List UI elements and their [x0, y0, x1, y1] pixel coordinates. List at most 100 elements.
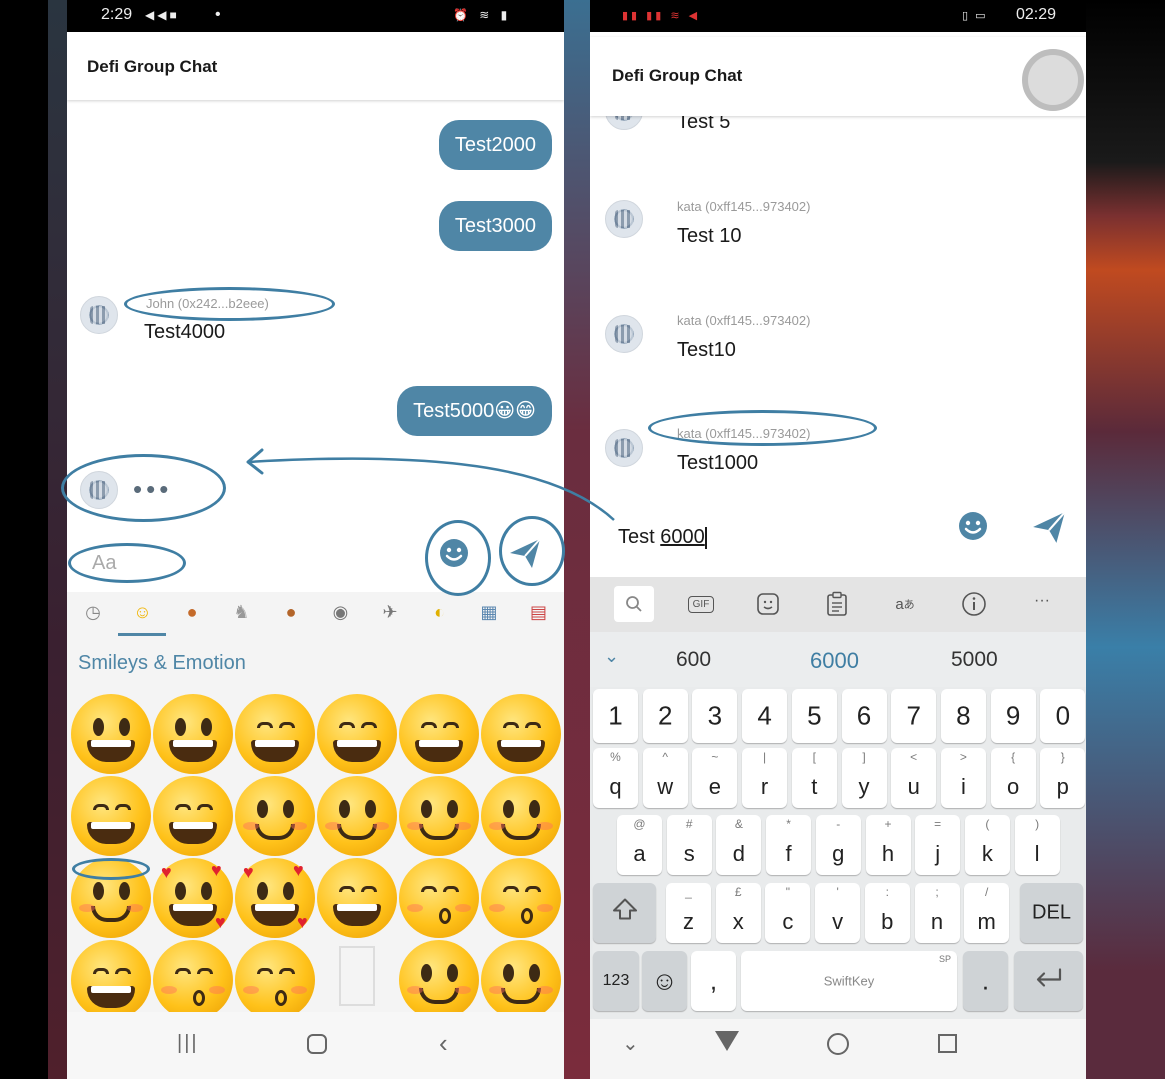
- period-key[interactable]: .: [963, 951, 1008, 1011]
- person-icon[interactable]: ●: [180, 600, 204, 624]
- emoji-item[interactable]: [71, 694, 151, 774]
- key-n[interactable]: ; n: [914, 883, 960, 943]
- sticker-icon[interactable]: [748, 586, 788, 622]
- key-8[interactable]: 8: [940, 689, 986, 743]
- key-r[interactable]: | r: [742, 748, 788, 808]
- key-i[interactable]: > i: [940, 748, 986, 808]
- key-w[interactable]: ^ w: [642, 748, 688, 808]
- send-button[interactable]: [508, 536, 542, 570]
- profile-avatar[interactable]: [1022, 49, 1084, 111]
- key-g[interactable]: -g: [815, 815, 861, 875]
- key-2[interactable]: 2: [642, 689, 688, 743]
- key-b[interactable]: :b: [864, 883, 910, 943]
- suggestion-primary[interactable]: 6000: [810, 648, 859, 674]
- emoji-item[interactable]: [71, 940, 151, 1020]
- comma-key[interactable]: ,: [691, 951, 736, 1011]
- key-3[interactable]: 3: [692, 689, 738, 743]
- message-input[interactable]: Test 6000: [618, 526, 707, 549]
- key-k[interactable]: (k: [964, 815, 1010, 875]
- emoji-item[interactable]: [317, 776, 397, 856]
- key-7[interactable]: 7: [891, 689, 937, 743]
- key-p[interactable]: } p: [1040, 748, 1086, 808]
- message-input[interactable]: Aa: [92, 552, 116, 575]
- smiley-icon[interactable]: ☺: [131, 600, 155, 624]
- plane-icon[interactable]: ✈: [378, 600, 402, 624]
- key-1[interactable]: 1: [593, 689, 638, 743]
- suggestion[interactable]: 5000: [951, 648, 998, 672]
- emoji-item[interactable]: [399, 776, 479, 856]
- send-button[interactable]: [1031, 509, 1067, 545]
- ball-icon[interactable]: ◉: [329, 600, 353, 624]
- emoji-item[interactable]: ♥ ♥ ♥: [153, 858, 233, 938]
- key-4[interactable]: 4: [742, 689, 788, 743]
- key-h[interactable]: + h: [865, 815, 911, 875]
- back-icon[interactable]: [715, 1031, 739, 1051]
- key-9[interactable]: 9: [990, 689, 1036, 743]
- emoji-item[interactable]: ♥ ♥ ♥: [235, 858, 315, 938]
- collapse-icon[interactable]: ⌄: [604, 646, 619, 667]
- emoji-item[interactable]: [481, 694, 561, 774]
- key-f[interactable]: * f: [766, 815, 812, 875]
- emoji-item[interactable]: [481, 940, 561, 1020]
- shift-key[interactable]: [593, 883, 656, 943]
- emoji-button[interactable]: [438, 537, 470, 569]
- emoji-item[interactable]: [71, 858, 151, 938]
- key-o[interactable]: {o: [990, 748, 1036, 808]
- key-u[interactable]: < u: [891, 748, 937, 808]
- key-e[interactable]: ~ e: [692, 748, 738, 808]
- translate-icon[interactable]: aあ: [885, 586, 925, 622]
- emoji-item[interactable]: [153, 940, 233, 1020]
- emoji-item[interactable]: [235, 776, 315, 856]
- emoji-item[interactable]: [481, 776, 561, 856]
- space-key[interactable]: SwiftKey SP: [741, 951, 957, 1011]
- key-z[interactable]: _ z: [666, 883, 711, 943]
- emoji-item[interactable]: [317, 694, 397, 774]
- home-icon[interactable]: [307, 1034, 327, 1054]
- home-icon[interactable]: [827, 1033, 849, 1055]
- suggestion[interactable]: 600: [676, 648, 711, 672]
- animal-icon[interactable]: ♞: [230, 600, 254, 624]
- flag-icon[interactable]: ▤: [527, 600, 551, 624]
- gif-icon[interactable]: GIF: [681, 586, 721, 622]
- emoji-item[interactable]: [235, 694, 315, 774]
- key-6[interactable]: 6: [841, 689, 887, 743]
- emoji-item[interactable]: [481, 858, 561, 938]
- recents-icon[interactable]: [938, 1034, 957, 1053]
- key-t[interactable]: [t: [791, 748, 837, 808]
- emoji-item[interactable]: [153, 694, 233, 774]
- emoji-item[interactable]: [235, 940, 315, 1020]
- key-m[interactable]: / m: [964, 883, 1010, 943]
- more-icon[interactable]: ···: [1022, 583, 1062, 619]
- enter-key[interactable]: [1014, 951, 1083, 1011]
- key-s[interactable]: # s: [666, 815, 712, 875]
- emoji-item[interactable]: [399, 858, 479, 938]
- delete-key[interactable]: DEL: [1020, 883, 1083, 943]
- hide-keyboard-icon[interactable]: ⌄: [622, 1031, 639, 1056]
- key-y[interactable]: ] y: [841, 748, 887, 808]
- symbols-icon[interactable]: ▦: [477, 600, 501, 624]
- food-icon[interactable]: ●: [279, 600, 303, 624]
- clipboard-icon[interactable]: [817, 586, 857, 622]
- emoji-item[interactable]: [153, 776, 233, 856]
- key-v[interactable]: ' v: [815, 883, 861, 943]
- key-d[interactable]: & d: [716, 815, 762, 875]
- key-q[interactable]: % q: [593, 748, 638, 808]
- emoji-item[interactable]: [317, 858, 397, 938]
- emoji-item[interactable]: [339, 946, 375, 1006]
- back-icon[interactable]: ‹: [439, 1028, 448, 1059]
- search-icon[interactable]: [614, 586, 654, 622]
- numbers-key[interactable]: 123: [593, 951, 639, 1011]
- key-l[interactable]: ) l: [1014, 815, 1060, 875]
- info-icon[interactable]: [954, 586, 994, 622]
- emoji-item[interactable]: [399, 940, 479, 1020]
- emoji-item[interactable]: [71, 776, 151, 856]
- clock-icon[interactable]: ◷: [81, 600, 105, 624]
- key-5[interactable]: 5: [791, 689, 837, 743]
- bulb-icon[interactable]: ◐: [428, 600, 452, 624]
- emoji-button[interactable]: [957, 510, 989, 542]
- key-0[interactable]: 0: [1040, 689, 1086, 743]
- recents-icon[interactable]: |||: [177, 1032, 199, 1055]
- key-c[interactable]: " c: [765, 883, 811, 943]
- key-j[interactable]: = j: [915, 815, 961, 875]
- emoji-item[interactable]: [399, 694, 479, 774]
